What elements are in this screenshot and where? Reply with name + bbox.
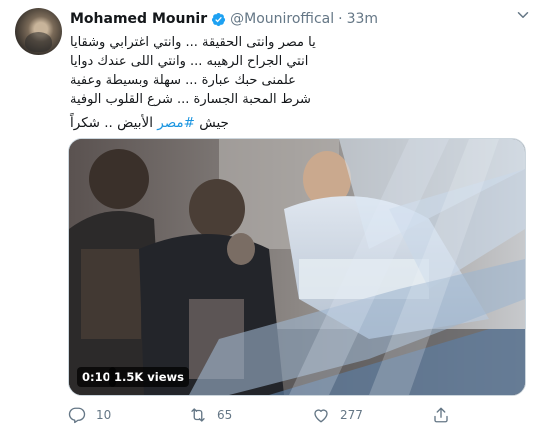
share-button[interactable]	[432, 405, 460, 425]
reply-count: 10	[96, 408, 112, 422]
tweet-line: يا مصر وانتى الحقيقة ... وانتي اغترابي و…	[70, 35, 316, 50]
separator-dot: ·	[338, 11, 343, 27]
closing-prefix: جيش	[194, 115, 229, 131]
author-name[interactable]: Mohamed Mounir	[70, 11, 207, 27]
author-handle[interactable]: @Mouniroffical	[230, 11, 334, 27]
verified-badge-icon	[212, 12, 226, 26]
tweet-line: شرط المحبة الجسارة ... شرع القلوب الوفية	[70, 92, 311, 107]
retweet-icon	[191, 408, 205, 422]
closing-suffix: الأبيض .. شكراً	[70, 115, 158, 131]
reply-button[interactable]: 10	[68, 405, 111, 425]
avatar[interactable]	[15, 8, 62, 55]
tweet-line: انتي الجراح الرهيبه ... وانتي اللى عندك …	[70, 54, 309, 69]
like-button[interactable]: 277	[312, 405, 363, 425]
video-frame	[69, 139, 525, 395]
retweet-button[interactable]: 65	[189, 405, 232, 425]
tweet-timestamp[interactable]: 33m	[347, 11, 378, 27]
tweet-line: علمنى حبك عبارة ... سهلة وبسيطة وعفية	[70, 73, 296, 88]
share-icon	[434, 407, 448, 423]
tweet-text: يا مصر وانتى الحقيقة ... وانتي اغترابي و…	[70, 33, 520, 109]
tweet-header: Mohamed Mounir @Mouniroffical · 33m	[70, 9, 378, 29]
reply-icon	[68, 407, 86, 424]
tweet-closing-line: جيش #مصر الأبيض .. شكراً	[70, 114, 520, 133]
video-views-badge: 1.5K views	[109, 367, 189, 387]
like-count: 277	[340, 408, 363, 422]
retweet-count: 65	[217, 408, 233, 422]
video-player[interactable]: 0:10 1.5K views	[68, 138, 526, 396]
tweet[interactable]: Mohamed Mounir @Mouniroffical · 33m يا م…	[0, 0, 541, 436]
heart-icon	[314, 409, 328, 423]
chevron-down-icon[interactable]	[514, 6, 532, 24]
tweet-actions: 10 65 277	[68, 405, 528, 425]
hashtag-link[interactable]: #مصر	[157, 115, 195, 131]
